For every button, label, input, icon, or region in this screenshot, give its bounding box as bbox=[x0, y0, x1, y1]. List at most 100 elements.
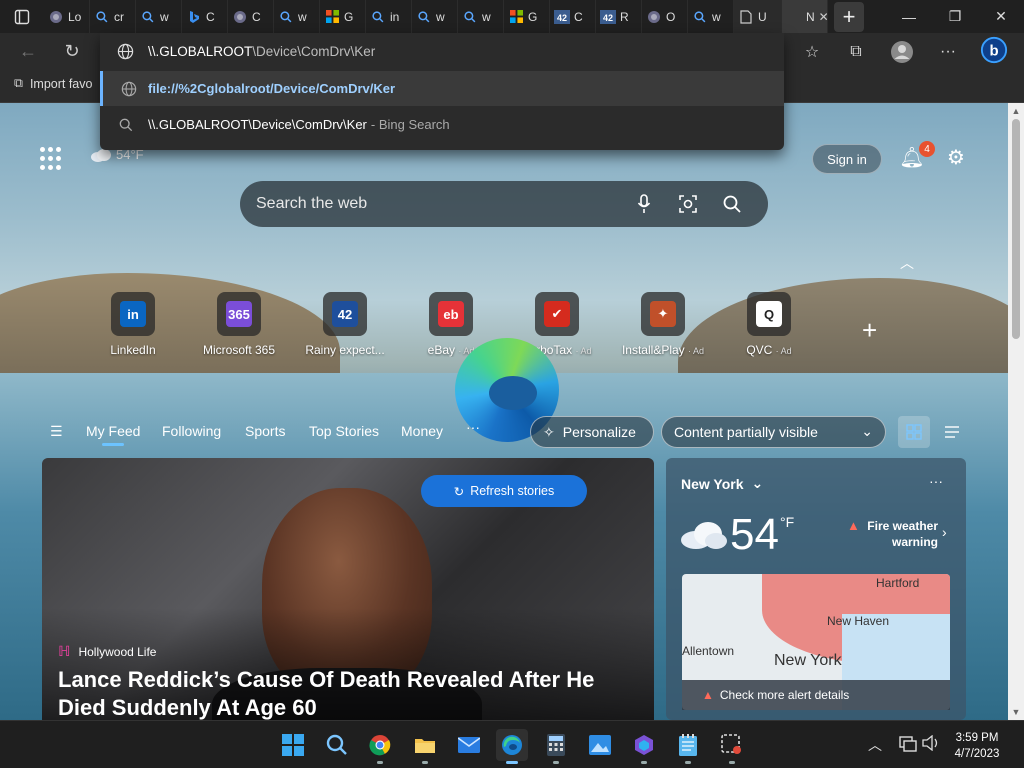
check-alerts-link[interactable]: ▲ Check more alert details bbox=[682, 680, 950, 710]
collapse-quicklinks-button[interactable]: ︿ bbox=[900, 253, 914, 273]
favorites-button[interactable]: ☆ bbox=[798, 38, 826, 66]
microphone-icon[interactable] bbox=[633, 193, 655, 215]
quicklink[interactable]: ✦ Install&Play · Ad bbox=[617, 292, 709, 357]
chevron-up-icon: ︿ bbox=[900, 255, 914, 271]
suggestion-search[interactable]: \\.GLOBALROOT\Device\ComDrv\Ker - Bing S… bbox=[100, 107, 784, 142]
feed-more-button[interactable]: ··· bbox=[466, 419, 480, 435]
hero-title[interactable]: Lance Reddick’s Cause Of Death Revealed … bbox=[58, 666, 638, 720]
minimize-button[interactable]: — bbox=[886, 0, 932, 33]
weather-card[interactable]: New York ⌄ ··· 54 °F ▲ Fire weather warn… bbox=[666, 458, 966, 720]
suggestion-url[interactable]: file://%2Cglobalroot/Device/ComDrv/Ker bbox=[100, 71, 784, 106]
network-icon[interactable] bbox=[899, 736, 917, 755]
settings-more-button[interactable]: ··· bbox=[934, 38, 962, 66]
personalize-button[interactable]: ✧ Personalize bbox=[530, 416, 654, 448]
browser-tab[interactable]: w bbox=[136, 0, 182, 33]
page-settings-button[interactable]: ⚙ bbox=[942, 143, 970, 171]
chevron-up-icon: ︿ bbox=[868, 737, 882, 753]
feed-tab[interactable]: My Feed bbox=[86, 423, 140, 446]
browser-tab[interactable]: 42 R bbox=[596, 0, 642, 33]
weather-alert[interactable]: Fire weather warning bbox=[846, 518, 938, 550]
volume-icon[interactable] bbox=[922, 734, 940, 754]
taskbar-chrome[interactable] bbox=[364, 729, 396, 764]
taskbar-mail[interactable] bbox=[453, 729, 485, 761]
browser-tab[interactable]: G bbox=[504, 0, 550, 33]
tab-title: Lo bbox=[68, 9, 82, 24]
browser-tab[interactable]: 42 C bbox=[550, 0, 596, 33]
new-tab-page: 54°F Sign in 🔔︎ 4 ⚙ Search the web ︿ in L… bbox=[0, 103, 1008, 720]
list-icon bbox=[945, 426, 959, 438]
show-hidden-icons-button[interactable]: ︿ bbox=[868, 735, 882, 755]
profile-button[interactable] bbox=[888, 38, 916, 66]
content-visibility-dropdown[interactable]: Content partially visible ⌄ bbox=[661, 416, 886, 448]
browser-tab[interactable]: C bbox=[228, 0, 274, 33]
taskbar-search-button[interactable] bbox=[321, 729, 353, 761]
address-input[interactable]: \\.GLOBALROOT \Device\ComDrv\Ker bbox=[100, 33, 784, 70]
taskbar-snipping-tool[interactable] bbox=[716, 729, 748, 764]
quicklink[interactable]: Q QVC · Ad bbox=[723, 292, 815, 357]
bing-chat-button[interactable]: b bbox=[980, 36, 1008, 64]
browser-tab[interactable]: in bbox=[366, 0, 412, 33]
feed-tab[interactable]: Following bbox=[162, 423, 221, 439]
web-search-box[interactable]: Search the web bbox=[240, 181, 768, 227]
feed-tab[interactable]: Sports bbox=[245, 423, 285, 439]
feed-tab[interactable]: Top Stories bbox=[309, 423, 379, 439]
weather-more-button[interactable]: ··· bbox=[929, 473, 943, 489]
quicklink[interactable]: 365 Microsoft 365 bbox=[193, 292, 285, 357]
taskbar-calculator[interactable] bbox=[540, 729, 572, 764]
browser-tab[interactable]: Lo bbox=[44, 0, 90, 33]
browser-tab[interactable]: O bbox=[642, 0, 688, 33]
grid-view-button[interactable] bbox=[898, 416, 930, 448]
new-tab-button[interactable]: + bbox=[834, 1, 864, 32]
quicklink-name: Install&Play bbox=[621, 343, 685, 357]
taskbar-edge[interactable] bbox=[496, 729, 528, 764]
minimize-icon: — bbox=[902, 8, 916, 25]
taskbar-photos[interactable] bbox=[584, 729, 616, 761]
add-quicklink-button[interactable]: + bbox=[862, 315, 877, 346]
import-favorites-button[interactable]: ⧉ Import favo bbox=[14, 76, 92, 91]
chevron-right-icon[interactable]: › bbox=[942, 524, 947, 540]
quicklink[interactable]: in LinkedIn bbox=[87, 292, 179, 357]
refresh-button[interactable]: ↻ bbox=[58, 37, 86, 65]
browser-tab[interactable]: C bbox=[182, 0, 228, 33]
page-scrollbar[interactable]: ▲ ▼ bbox=[1008, 103, 1024, 720]
chevron-down-icon: ⌄ bbox=[861, 423, 873, 439]
start-button[interactable] bbox=[277, 729, 309, 761]
tab-title: G bbox=[528, 9, 538, 24]
scroll-thumb[interactable] bbox=[1012, 119, 1020, 339]
visual-search-icon[interactable] bbox=[677, 193, 699, 215]
weather-city-selector[interactable]: New York ⌄ bbox=[681, 475, 763, 492]
search-icon bbox=[140, 9, 156, 25]
close-tab-icon[interactable]: ✕ bbox=[819, 10, 827, 24]
sign-in-button[interactable]: Sign in bbox=[812, 144, 882, 174]
list-view-button[interactable] bbox=[936, 416, 968, 448]
collections-button[interactable]: ⧉ bbox=[842, 38, 870, 66]
hamburger-icon: ☰ bbox=[50, 423, 63, 439]
microsoft-icon bbox=[324, 9, 340, 25]
refresh-stories-button[interactable]: ↻ Refresh stories bbox=[421, 475, 587, 507]
browser-tab[interactable]: w bbox=[458, 0, 504, 33]
taskbar-file-explorer[interactable] bbox=[409, 729, 441, 764]
scroll-up-icon[interactable]: ▲ bbox=[1008, 103, 1024, 119]
close-window-button[interactable]: ✕ bbox=[978, 0, 1024, 33]
browser-tab[interactable]: cr bbox=[90, 0, 136, 33]
app-launcher-button[interactable] bbox=[40, 147, 64, 171]
browser-tab[interactable]: w bbox=[688, 0, 734, 33]
feed-menu-button[interactable]: ☰ bbox=[50, 423, 63, 440]
back-button[interactable]: ← bbox=[14, 37, 42, 65]
tab-title: w bbox=[160, 9, 169, 24]
browser-tab[interactable]: w bbox=[412, 0, 458, 33]
browser-tab[interactable]: G bbox=[320, 0, 366, 33]
taskbar-clock[interactable]: 3:59 PM 4/7/2023 bbox=[944, 730, 1010, 762]
tab-actions-button[interactable] bbox=[0, 0, 44, 33]
weather-temp: 54 bbox=[730, 510, 779, 559]
browser-tab[interactable]: w bbox=[274, 0, 320, 33]
scroll-down-icon[interactable]: ▼ bbox=[1008, 704, 1024, 720]
browser-tab[interactable]: U bbox=[734, 0, 782, 33]
quicklink[interactable]: 42 Rainy expect... bbox=[299, 292, 391, 357]
feed-tab[interactable]: Money bbox=[401, 423, 443, 439]
browser-tab[interactable]: N ✕ bbox=[782, 0, 828, 33]
restore-button[interactable]: ❐ bbox=[932, 0, 978, 33]
taskbar-microsoft365[interactable] bbox=[628, 729, 660, 764]
search-icon[interactable] bbox=[721, 193, 743, 215]
taskbar-notepad[interactable] bbox=[672, 729, 704, 764]
